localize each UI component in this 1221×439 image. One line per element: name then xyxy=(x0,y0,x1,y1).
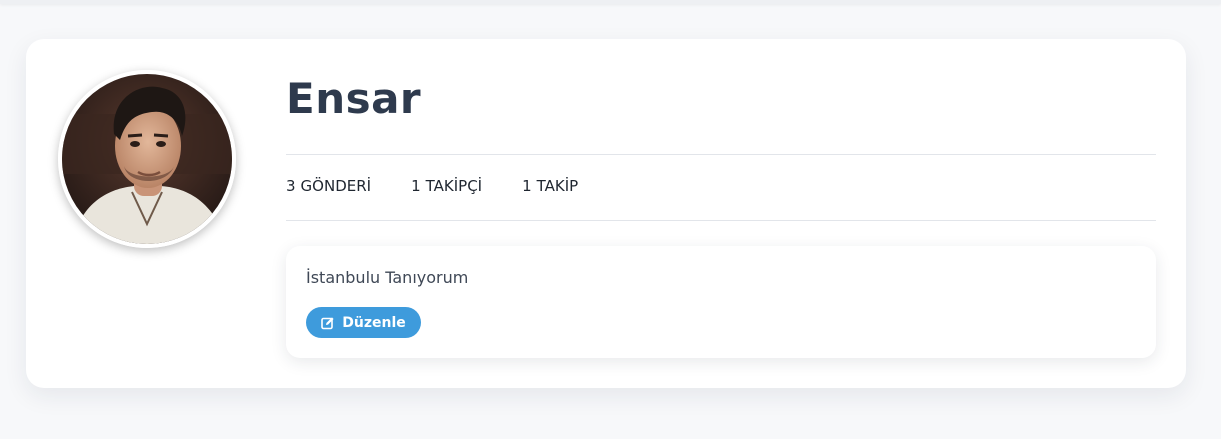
stat-followers-label: TAKİPÇİ xyxy=(425,177,483,195)
profile-username: Ensar xyxy=(286,74,422,123)
bio-card: İstanbulu Tanıyorum Düzenle xyxy=(286,246,1156,358)
profile-stats: 3 GÖNDERİ 1 TAKİPÇİ 1 TAKİP xyxy=(286,177,578,195)
edit-button-label: Düzenle xyxy=(342,314,406,331)
stat-following-value: 1 xyxy=(522,177,532,195)
bio-text: İstanbulu Tanıyorum xyxy=(306,268,469,287)
stat-posts-value: 3 xyxy=(286,177,296,195)
stat-following-label: TAKİP xyxy=(536,177,579,195)
profile-card: Ensar 3 GÖNDERİ 1 TAKİPÇİ 1 TAKİP İstanb… xyxy=(26,39,1186,388)
stat-posts-label: GÖNDERİ xyxy=(300,177,372,195)
edit-button[interactable]: Düzenle xyxy=(306,307,421,338)
stat-followers[interactable]: 1 TAKİPÇİ xyxy=(411,177,482,195)
edit-icon xyxy=(321,316,335,330)
avatar-photo xyxy=(62,74,232,244)
divider xyxy=(286,220,1156,221)
avatar[interactable] xyxy=(58,70,236,248)
stat-followers-value: 1 xyxy=(411,177,421,195)
divider xyxy=(286,154,1156,155)
stat-following[interactable]: 1 TAKİP xyxy=(522,177,578,195)
stat-posts[interactable]: 3 GÖNDERİ xyxy=(286,177,371,195)
top-bar xyxy=(0,0,1221,4)
